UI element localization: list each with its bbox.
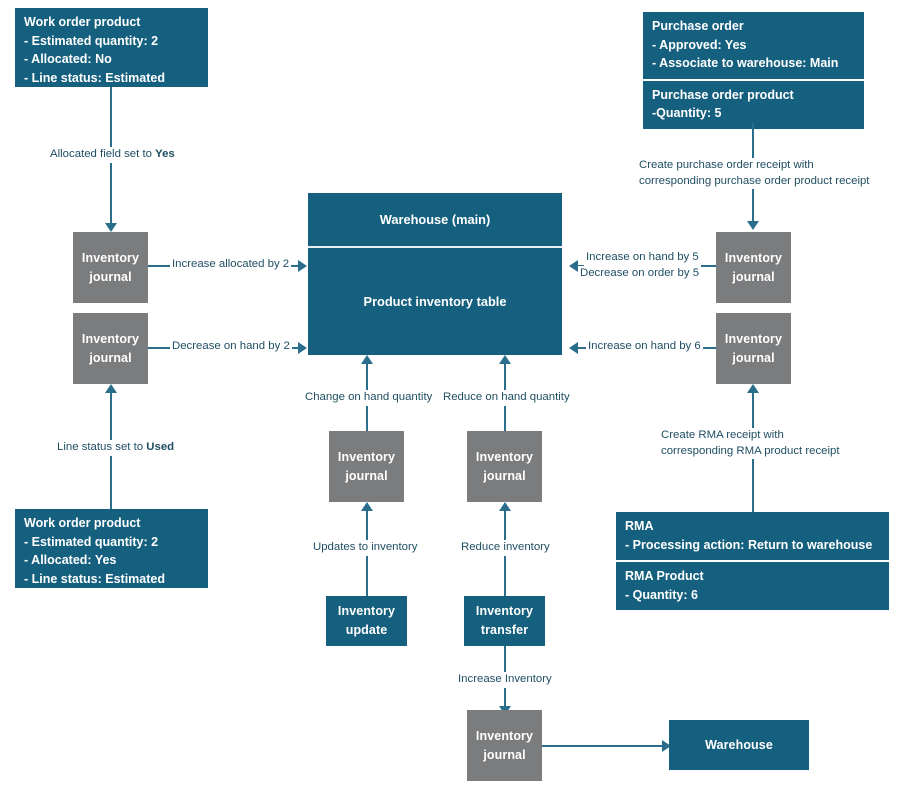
node-rma: RMA - Processing action: Return to wareh…: [616, 512, 889, 561]
warehouse-main-header: Warehouse (main): [308, 193, 562, 248]
diagram-canvas: Work order product - Estimated quantity:…: [0, 0, 909, 794]
inventory-transfer-line1: Inventory: [475, 604, 534, 618]
journal-update-line1: Inventory: [337, 449, 396, 464]
rma-line1: - Processing action: Return to warehouse: [625, 537, 873, 552]
node-inventory-transfer[interactable]: Inventory transfer: [464, 596, 545, 646]
product-inventory-table: Product inventory table: [308, 248, 562, 355]
edge-label-reduce-inventory: Reduce inventory: [459, 540, 552, 556]
allocated-set-bold: Yes: [155, 148, 175, 160]
node-warehouse-main[interactable]: Warehouse (main) Product inventory table: [308, 193, 562, 355]
edge-label-updates-to-inventory: Updates to inventory: [311, 540, 420, 556]
node-warehouse-other[interactable]: Warehouse: [669, 720, 809, 770]
edge-label-change-on-hand-quantity: Change on hand quantity: [303, 390, 435, 406]
journal-transfer-in-line1: Inventory: [475, 728, 534, 743]
po-receipt-line1: Create purchase order receipt with: [639, 159, 814, 171]
warehouse-other-label: Warehouse: [705, 737, 773, 752]
edge-label-increase-inventory: Increase Inventory: [456, 672, 554, 688]
work-order-product-after-line3: - Line status: Estimated: [24, 571, 165, 586]
edge-label-allocated-field-set-to-yes: Allocated field set to Yes: [48, 147, 177, 163]
journal-allocate-line1: Inventory: [81, 250, 140, 265]
journal-use-line2: journal: [89, 350, 132, 365]
node-purchase-order-stack[interactable]: Purchase order - Approved: Yes - Associa…: [643, 12, 864, 129]
journal-transfer-out-line1: Inventory: [475, 449, 534, 464]
arrowhead-inventory-update-to-journal-update: [360, 502, 373, 511]
node-journal-po[interactable]: Inventory journal: [716, 232, 791, 303]
rma-receipt-line2: corresponding RMA product receipt: [661, 444, 840, 457]
node-work-order-product-after[interactable]: Work order product - Estimated quantity:…: [15, 509, 208, 588]
node-work-order-product-before[interactable]: Work order product - Estimated quantity:…: [15, 8, 208, 87]
arrowhead-journal-update-to-warehouse: [360, 355, 373, 364]
work-order-product-before-line3: - Line status: Estimated: [24, 70, 165, 85]
work-order-product-before-line2: - Allocated: No: [24, 52, 112, 67]
arrowhead-journal-rma-to-warehouse: [569, 341, 578, 354]
edge-label-reduce-on-hand-quantity: Reduce on hand quantity: [441, 390, 572, 406]
edge-label-increase-allocated-by-2: Increase allocated by 2: [170, 257, 292, 273]
edge-label-create-rma-receipt: Create RMA receipt with corresponding RM…: [659, 428, 858, 459]
node-rma-stack[interactable]: RMA - Processing action: Return to wareh…: [616, 512, 889, 611]
journal-rma-line1: Inventory: [724, 331, 783, 346]
line-status-prefix: Line status set to: [57, 441, 147, 453]
allocated-set-prefix: Allocated field set to: [50, 148, 156, 160]
journal-po-line1: Inventory: [724, 250, 783, 265]
arrowhead-inventory-transfer-to-journal-transfer-out: [498, 502, 511, 511]
arrowhead-journal-po-to-warehouse: [569, 259, 578, 272]
edge-label-decrease-on-order-by-5: Decrease on order by 5: [578, 266, 702, 282]
work-order-product-after-line1: - Estimated quantity: 2: [24, 534, 159, 549]
journal-transfer-in-line2: journal: [483, 747, 526, 762]
journal-rma-line2: journal: [732, 350, 775, 365]
node-purchase-order-product: Purchase order product -Quantity: 5: [643, 78, 864, 129]
arrowhead-wop-after-to-journal-use: [104, 384, 117, 393]
work-order-product-after-title: Work order product: [24, 516, 141, 530]
journal-use-line1: Inventory: [81, 331, 140, 346]
product-inventory-table-label: Product inventory table: [363, 294, 507, 309]
arrowhead-po-to-journal-po: [746, 221, 759, 230]
work-order-product-after-line2: - Allocated: Yes: [24, 553, 117, 568]
purchase-order-line2: - Associate to warehouse: Main: [652, 56, 839, 71]
journal-update-line2: journal: [345, 468, 388, 483]
edge-label-increase-on-hand-by-6: Increase on hand by 6: [586, 339, 703, 355]
edge-label-create-purchase-order-receipt: Create purchase order receipt with corre…: [637, 158, 891, 189]
edge-label-increase-on-hand-by-5: Increase on hand by 5: [584, 250, 701, 266]
journal-transfer-out-line2: journal: [483, 468, 526, 483]
node-rma-product: RMA Product - Quantity: 6: [616, 560, 889, 611]
node-journal-transfer-in[interactable]: Inventory journal: [467, 710, 542, 781]
journal-allocate-line2: journal: [89, 269, 132, 284]
rma-title: RMA: [625, 519, 654, 533]
connector-journal-transfer-in-to-warehouse: [542, 745, 669, 747]
purchase-order-product-line1: -Quantity: 5: [652, 106, 722, 121]
edge-label-decrease-on-hand-by-2: Decrease on hand by 2: [170, 339, 292, 355]
inventory-update-line2: update: [345, 623, 388, 637]
arrowhead-rma-to-journal-rma: [746, 384, 759, 393]
purchase-order-product-title: Purchase order product: [652, 87, 794, 102]
arrowhead-wop-before-to-journal-allocate: [104, 223, 117, 232]
purchase-order-line1: - Approved: Yes: [652, 37, 747, 52]
node-journal-rma[interactable]: Inventory journal: [716, 313, 791, 384]
node-journal-allocate[interactable]: Inventory journal: [73, 232, 148, 303]
node-purchase-order: Purchase order - Approved: Yes - Associa…: [643, 12, 864, 79]
node-journal-update[interactable]: Inventory journal: [329, 431, 404, 502]
arrowhead-journal-allocate-to-warehouse: [298, 259, 307, 272]
work-order-product-before-title: Work order product: [24, 15, 141, 29]
node-journal-use[interactable]: Inventory journal: [73, 313, 148, 384]
inventory-update-line1: Inventory: [337, 604, 396, 618]
arrowhead-journal-transfer-out-to-warehouse: [498, 355, 511, 364]
node-journal-transfer-out[interactable]: Inventory journal: [467, 431, 542, 502]
rma-receipt-line1: Create RMA receipt with: [661, 429, 784, 441]
rma-product-title: RMA Product: [625, 569, 704, 584]
journal-po-line2: journal: [732, 269, 775, 284]
node-inventory-update[interactable]: Inventory update: [326, 596, 407, 646]
line-status-bold: Used: [146, 441, 175, 453]
inventory-transfer-line2: transfer: [480, 623, 529, 637]
rma-product-line1: - Quantity: 6: [625, 587, 698, 602]
edge-label-line-status-set-to-used: Line status set to Used: [55, 440, 177, 456]
po-receipt-line2: corresponding purchase order product rec…: [639, 174, 870, 187]
work-order-product-before-line1: - Estimated quantity: 2: [24, 33, 159, 48]
warehouse-main-header-label: Warehouse (main): [379, 212, 491, 227]
purchase-order-title: Purchase order: [652, 19, 744, 33]
arrowhead-journal-use-to-warehouse: [298, 341, 307, 354]
